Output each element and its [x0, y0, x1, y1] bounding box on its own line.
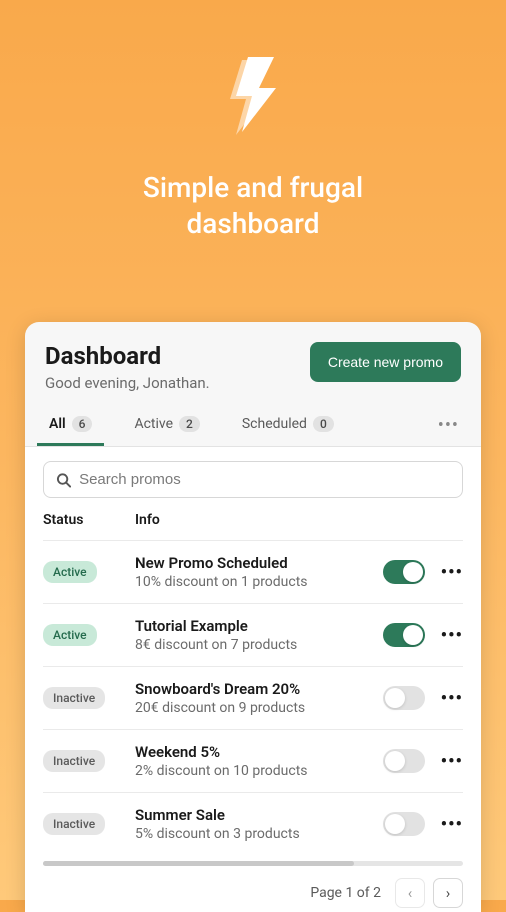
search-input-wrapper[interactable]: [43, 461, 463, 498]
row-more-icon[interactable]: •••: [441, 688, 463, 709]
promo-toggle[interactable]: [383, 560, 425, 584]
tab-count: 2: [179, 416, 200, 432]
tab-all[interactable]: All 6: [43, 404, 98, 446]
promo-title: New Promo Scheduled: [135, 554, 375, 572]
table-row: Inactive Snowboard's Dream 20% 20€ discoun…: [43, 666, 463, 729]
column-header-status: Status: [43, 512, 135, 528]
tab-count: 6: [72, 416, 93, 432]
row-more-icon[interactable]: •••: [441, 625, 463, 646]
tab-count: 0: [313, 416, 334, 432]
chevron-right-icon: ›: [446, 884, 451, 902]
status-badge: Inactive: [43, 750, 105, 772]
pager-next-button[interactable]: ›: [433, 878, 463, 908]
chevron-left-icon: ‹: [408, 884, 413, 902]
table-row: Active Tutorial Example 8€ discount on 7 p…: [43, 603, 463, 666]
promo-title: Summer Sale: [135, 806, 375, 824]
promo-title: Tutorial Example: [135, 617, 375, 635]
search-input[interactable]: [79, 471, 450, 488]
promo-toggle[interactable]: [383, 686, 425, 710]
table-row: Active New Promo Scheduled 10% discount on…: [43, 540, 463, 603]
promo-toggle[interactable]: [383, 623, 425, 647]
table-row: Inactive Summer Sale 5% discount on 3 prod…: [43, 792, 463, 855]
promo-subtitle: 20€ discount on 9 products: [135, 700, 375, 716]
promo-subtitle: 8€ discount on 7 products: [135, 637, 375, 653]
row-more-icon[interactable]: •••: [441, 562, 463, 583]
tab-scheduled[interactable]: Scheduled 0: [236, 404, 340, 446]
tab-active[interactable]: Active 2: [128, 404, 205, 446]
dashboard-card: Dashboard Good evening, Jonathan. Create…: [25, 322, 481, 912]
hero-title: Simple and frugal dashboard: [143, 170, 363, 243]
pager-prev-button[interactable]: ‹: [395, 878, 425, 908]
promo-subtitle: 10% discount on 1 products: [135, 574, 375, 590]
promo-toggle[interactable]: [383, 749, 425, 773]
promo-subtitle: 5% discount on 3 products: [135, 826, 375, 842]
row-more-icon[interactable]: •••: [441, 751, 463, 772]
promo-title: Snowboard's Dream 20%: [135, 680, 375, 698]
search-icon: [56, 472, 71, 488]
lightning-icon: [218, 55, 288, 140]
promo-title: Weekend 5%: [135, 743, 375, 761]
horizontal-scrollbar[interactable]: [43, 861, 463, 866]
tab-label: All: [49, 416, 66, 432]
promo-toggle[interactable]: [383, 812, 425, 836]
status-badge: Inactive: [43, 687, 105, 709]
promo-subtitle: 2% discount on 10 products: [135, 763, 375, 779]
greeting-text: Good evening, Jonathan.: [45, 374, 210, 392]
tab-label: Scheduled: [242, 416, 307, 432]
status-badge: Inactive: [43, 813, 105, 835]
pager-text: Page 1 of 2: [310, 885, 381, 901]
status-badge: Active: [43, 561, 97, 583]
tab-label: Active: [134, 416, 173, 432]
row-more-icon[interactable]: •••: [441, 814, 463, 835]
table-row: Inactive Weekend 5% 2% discount on 10 prod…: [43, 729, 463, 792]
status-badge: Active: [43, 624, 97, 646]
page-title: Dashboard: [45, 342, 210, 370]
create-promo-button[interactable]: Create new promo: [310, 342, 461, 382]
column-header-info: Info: [135, 512, 463, 528]
tabs-more-icon[interactable]: •••: [434, 405, 463, 446]
tabs: All 6 Active 2 Scheduled 0 •••: [25, 404, 481, 447]
